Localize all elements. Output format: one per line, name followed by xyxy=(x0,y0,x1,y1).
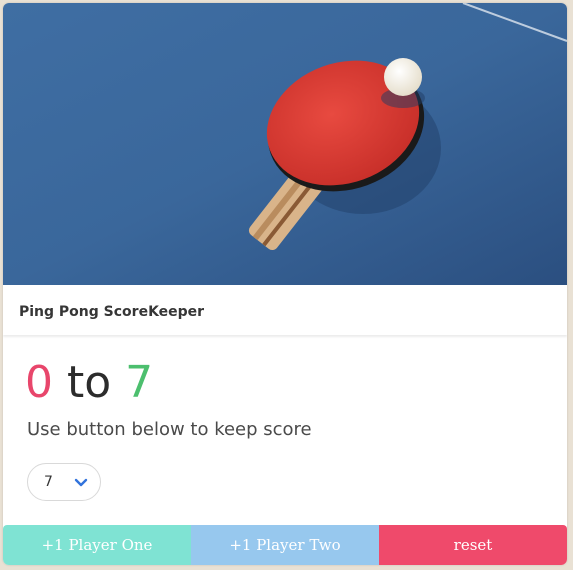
card-content: 0 to 7 Use button below to keep score 7 xyxy=(3,335,567,525)
chevron-down-icon xyxy=(74,478,88,487)
card-title: Ping Pong ScoreKeeper xyxy=(19,304,205,320)
score-separator: to xyxy=(67,357,112,408)
card-footer: +1 Player One +1 Player Two reset xyxy=(3,525,567,565)
player-one-button[interactable]: +1 Player One xyxy=(3,525,191,565)
reset-button[interactable]: reset xyxy=(379,525,567,565)
ping-pong-image xyxy=(3,3,567,285)
player-two-score: 7 xyxy=(125,357,154,408)
player-one-score: 0 xyxy=(25,357,53,408)
card-header: Ping Pong ScoreKeeper xyxy=(3,285,567,335)
player-two-button[interactable]: +1 Player Two xyxy=(191,525,379,565)
winning-score-select[interactable]: 7 xyxy=(27,463,101,501)
winning-score-value: 7 xyxy=(44,474,53,490)
instructions-text: Use button below to keep score xyxy=(27,419,312,440)
score-display: 0 to 7 xyxy=(25,361,153,405)
scorekeeper-card: Ping Pong ScoreKeeper 0 to 7 Use button … xyxy=(3,3,567,565)
